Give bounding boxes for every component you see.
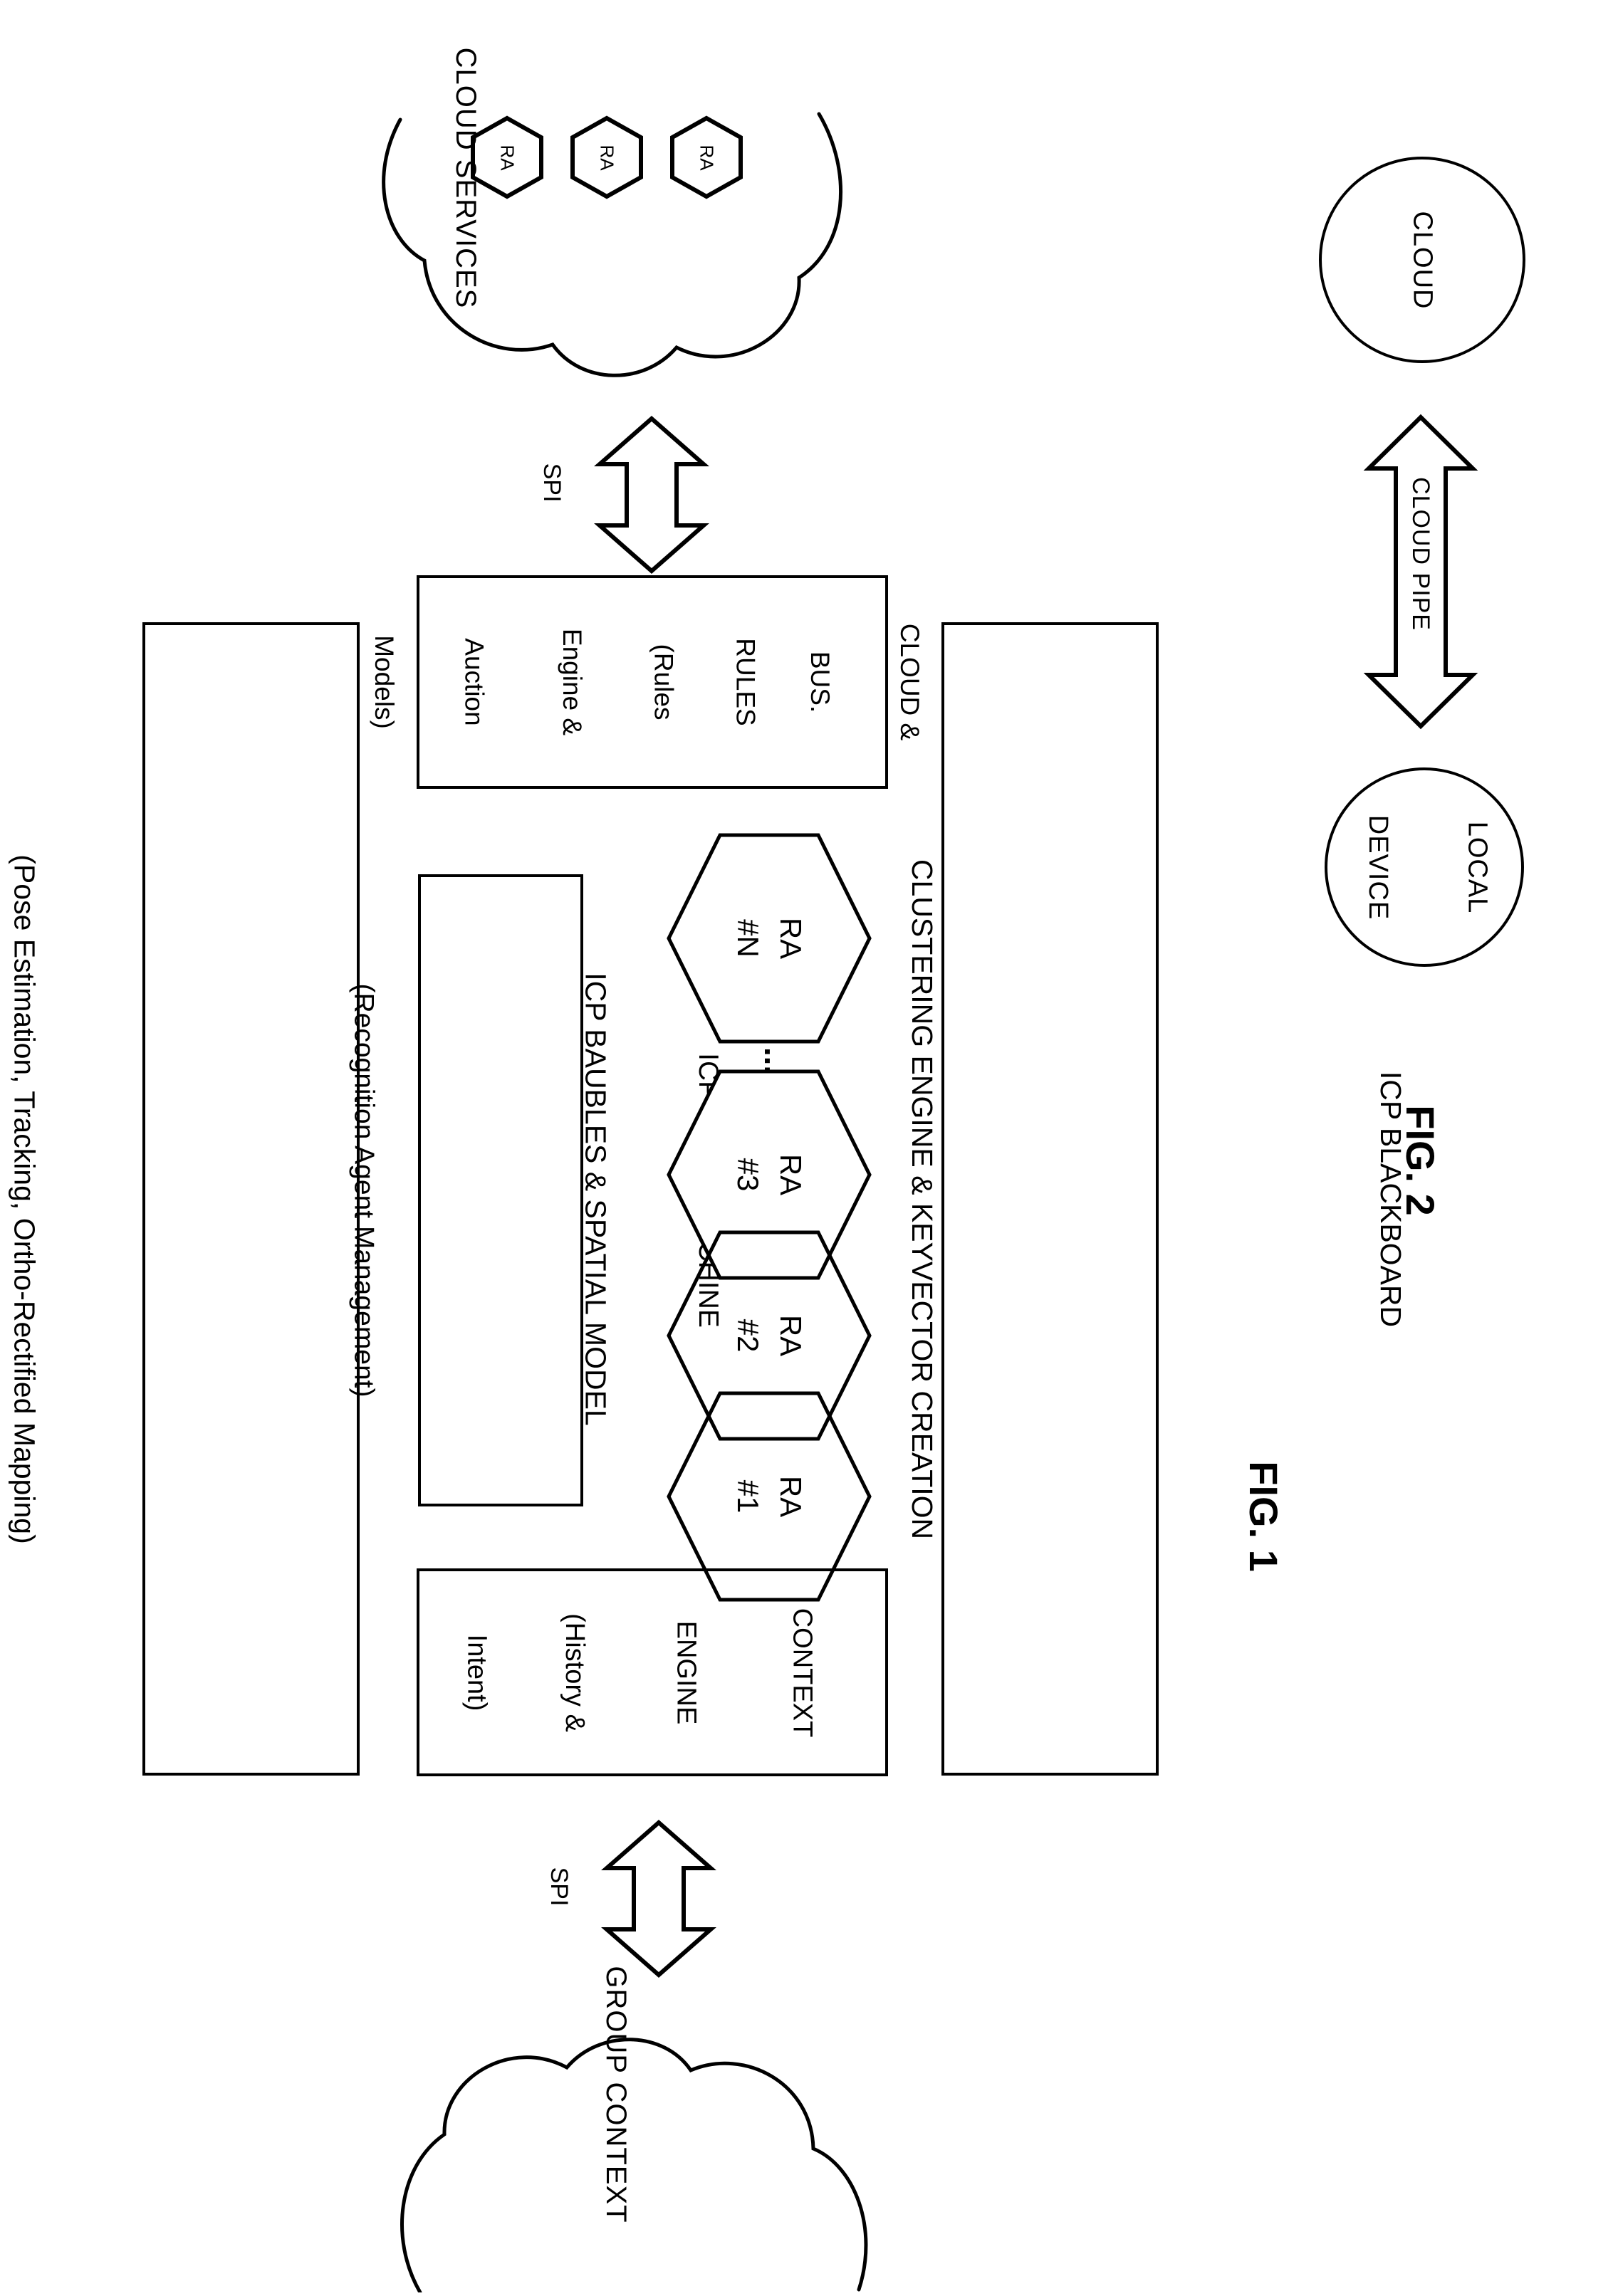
agent-number: #3 bbox=[731, 1158, 765, 1192]
agent-number: #2 bbox=[731, 1319, 765, 1353]
agent-label-wrap: RA bbox=[694, 144, 719, 171]
agent-number: #1 bbox=[731, 1479, 765, 1514]
cloud-recognition-agent-2: RA bbox=[570, 115, 644, 199]
cloud-agent-label: RA bbox=[696, 144, 718, 171]
agent-number: #N bbox=[731, 919, 765, 958]
line-1: ICP BAUBLES & SPATIAL MODEL bbox=[580, 972, 613, 1426]
recognition-agent-hex-n: RA #N bbox=[666, 832, 872, 1045]
recognition-agent-hex-1: RA #1 bbox=[666, 1390, 872, 1603]
line-5: Engine & bbox=[557, 628, 587, 736]
line-4: Intent) bbox=[461, 1634, 492, 1711]
cloud-agent-label: RA bbox=[596, 144, 618, 171]
fig2-cloud-label: CLOUD bbox=[1407, 210, 1438, 310]
figure-2-caption: FIG. 2 bbox=[1398, 1105, 1444, 1216]
agent-label-wrap: RA bbox=[494, 144, 520, 171]
group-context-label: GROUP CONTEXT bbox=[600, 1966, 632, 2223]
group-context-group: GROUP CONTEXT bbox=[349, 1966, 890, 2295]
spi-label-bottom: SPI bbox=[546, 1867, 573, 1907]
line-3: (History & bbox=[559, 1613, 590, 1732]
block-cloud-bus-rules: CLOUD & BUS. RULES (Rules Engine & Aucti… bbox=[370, 575, 924, 789]
agent-label-wrap: RA #1 bbox=[726, 1454, 812, 1539]
fig2-local-device-node: LOCAL DEVICE bbox=[1325, 767, 1524, 967]
line-1: CONTEXT bbox=[787, 1608, 818, 1737]
blackboard-text: ICP BLACKBOARD CLUSTERING ENGINE & KEYVE… bbox=[906, 665, 1406, 1733]
line-2: BUS. bbox=[805, 651, 835, 713]
line-2: CLUSTERING ENGINE & KEYVECTOR CREATION bbox=[906, 859, 939, 1539]
agent-label-wrap: RA #3 bbox=[726, 1132, 812, 1217]
line-1: CLOUD & bbox=[894, 623, 924, 741]
line-2: (Recognition Agent Management) bbox=[348, 983, 380, 1398]
line-3: RULES bbox=[731, 638, 761, 726]
line-2: (Pose Estimation, Tracking, Ortho-Rectif… bbox=[8, 854, 41, 1544]
baubles-text: ICP BAUBLES & SPATIAL MODEL (Pose Estima… bbox=[9, 665, 612, 1733]
block-icp-blackboard: ICP BLACKBOARD CLUSTERING ENGINE & KEYVE… bbox=[906, 622, 1407, 1776]
line-6: Auction bbox=[460, 638, 490, 726]
line-2: DEVICE bbox=[1363, 814, 1394, 920]
patent-figure-sheet: RA RA RA CLOUD SERVICES SPI CLOUD & BUS.… bbox=[0, 0, 1618, 2295]
agent-name: RA bbox=[774, 1314, 808, 1357]
line-2: ENGINE bbox=[670, 1620, 701, 1724]
agent-label-wrap: RA #N bbox=[726, 896, 812, 981]
agent-name: RA bbox=[774, 1475, 808, 1518]
cloud-agent-label: RA bbox=[496, 144, 518, 171]
cloud-pipe-label: CLOUD PIPE bbox=[1407, 477, 1435, 631]
agent-label-wrap: RA #2 bbox=[726, 1293, 812, 1378]
fig2-cloud-node: CLOUD bbox=[1319, 157, 1525, 363]
block-icp-baubles-spatial-model: ICP BAUBLES & SPATIAL MODEL (Pose Estima… bbox=[9, 622, 612, 1776]
line-1: LOCAL bbox=[1462, 821, 1493, 913]
state-machine-text: ICP STATE MACHINE (Recognition Agent Man… bbox=[348, 891, 723, 1489]
line-7: Models) bbox=[369, 635, 399, 729]
line-4: (Rules bbox=[649, 644, 679, 720]
block-icp-state-machine: ICP STATE MACHINE (Recognition Agent Man… bbox=[348, 874, 724, 1506]
local-device-text: LOCAL DEVICE bbox=[1364, 785, 1493, 949]
cloud-services-group: RA RA RA CLOUD SERVICES bbox=[356, 48, 897, 420]
cloud-recognition-agent-3: RA bbox=[669, 115, 743, 199]
figure-1-caption: FIG. 1 bbox=[1241, 1461, 1287, 1572]
agent-label-wrap: RA bbox=[594, 144, 620, 171]
agent-name: RA bbox=[774, 1153, 808, 1196]
cloud-services-label: CLOUD SERVICES bbox=[450, 47, 482, 309]
agent-name: RA bbox=[774, 917, 808, 960]
